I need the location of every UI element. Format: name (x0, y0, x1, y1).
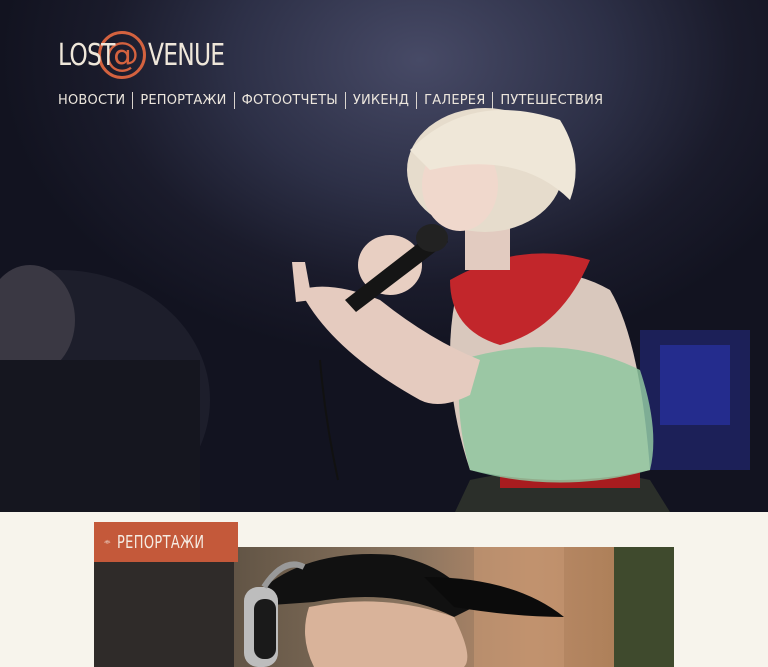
main-nav: НОВОСТИ РЕПОРТАЖИ ФОТООТЧЕТЫ УИКЕНД ГАЛЕ… (58, 92, 603, 109)
nav-item-travel[interactable]: ПУТЕШЕСТВИЯ (500, 93, 603, 108)
nav-item-news[interactable]: НОВОСТИ (58, 93, 125, 108)
section-badge-reports[interactable]: РЕПОРТАЖИ (94, 522, 238, 562)
nav-item-gallery[interactable]: ГАЛЕРЕЯ (424, 93, 485, 108)
logo-text-right: VENUE (148, 37, 225, 73)
logo-text-left: LOST (58, 37, 115, 73)
hero-banner[interactable]: LOST @ VENUE НОВОСТИ РЕПОРТАЖИ ФОТООТЧЕТ… (0, 0, 768, 512)
nav-divider (233, 92, 235, 109)
section-badge-label: РЕПОРТАЖИ (116, 531, 204, 553)
nav-divider (344, 92, 346, 109)
eye-icon (104, 539, 111, 544)
site-logo[interactable]: LOST @ VENUE (58, 30, 225, 80)
article-photo[interactable] (94, 547, 674, 667)
nav-item-reports[interactable]: РЕПОРТАЖИ (140, 93, 226, 108)
nav-divider (416, 92, 418, 109)
nav-item-weekend[interactable]: УИКЕНД (353, 93, 409, 108)
nav-item-photo-reports[interactable]: ФОТООТЧЕТЫ (242, 93, 338, 108)
nav-divider (492, 92, 494, 109)
article-photo-image (94, 547, 674, 667)
nav-divider (132, 92, 134, 109)
